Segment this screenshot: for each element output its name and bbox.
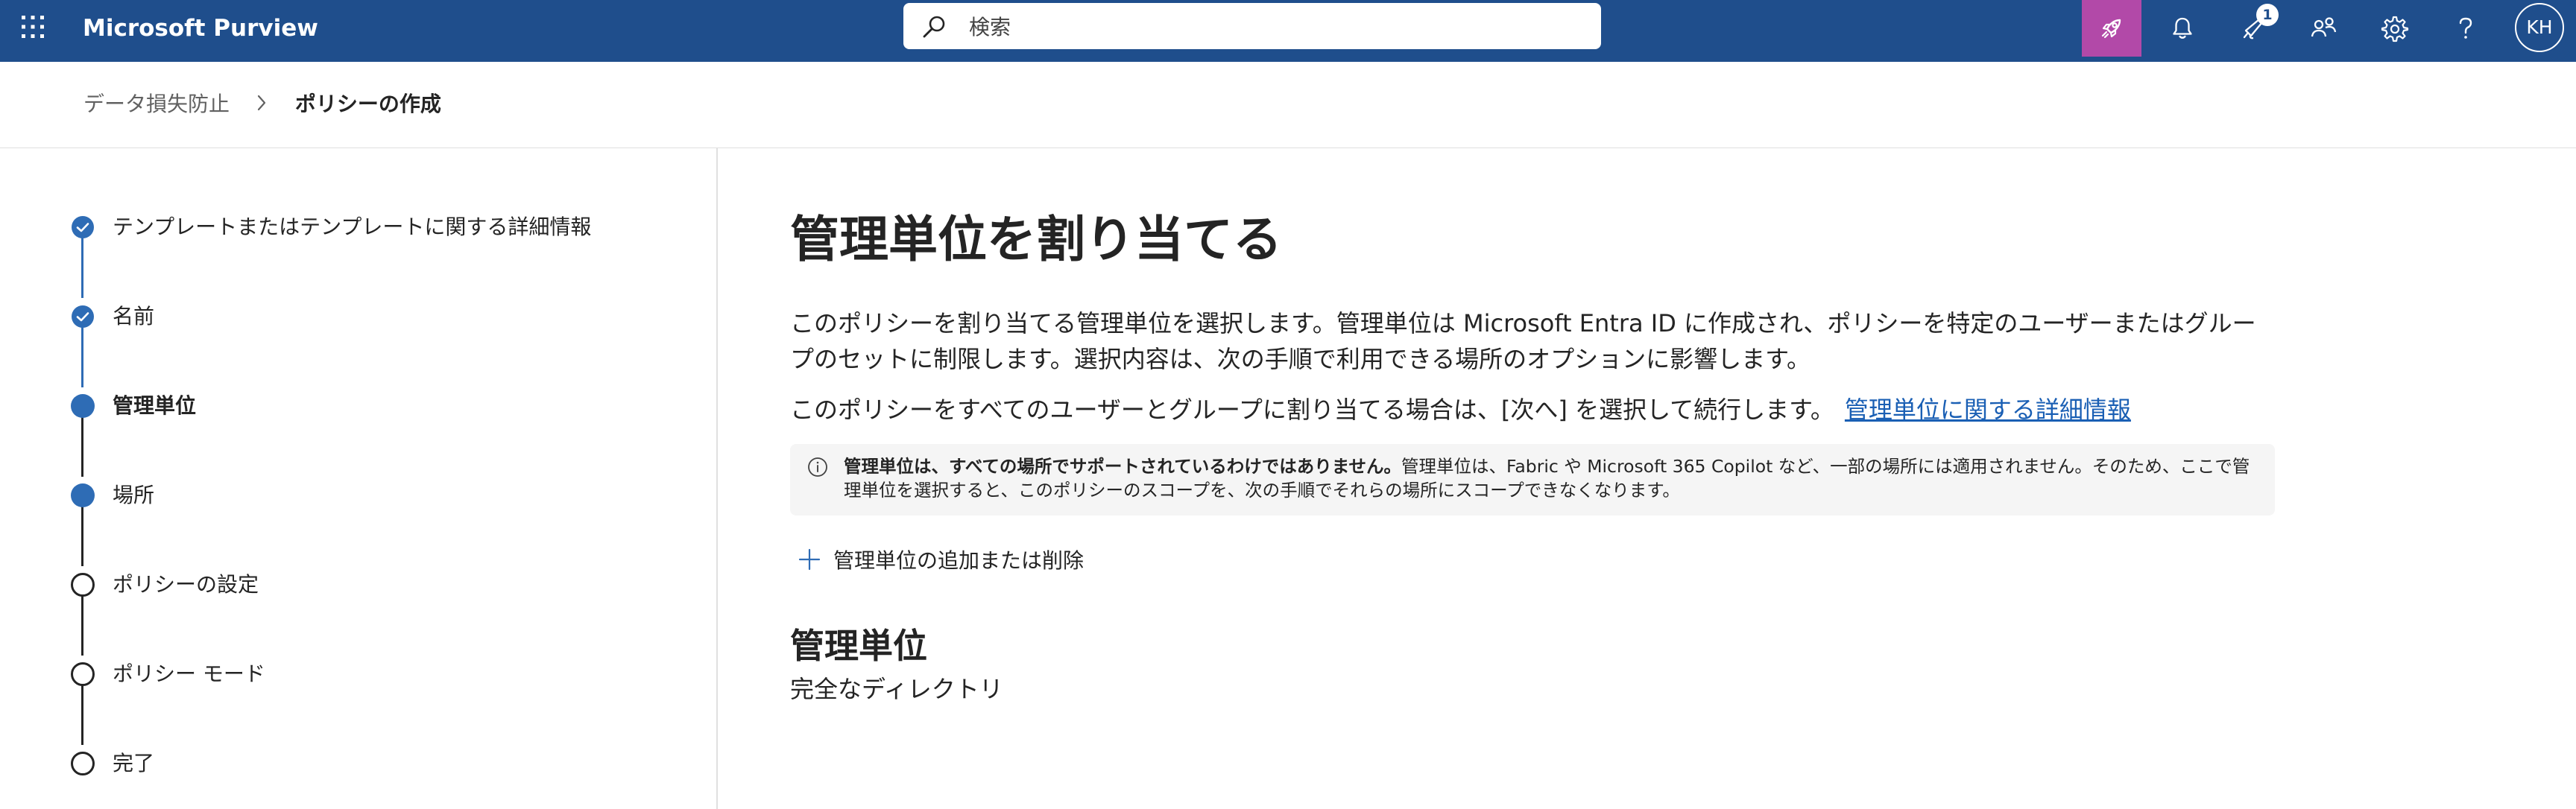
step-dot — [71, 483, 95, 507]
user-avatar[interactable]: KH — [2515, 3, 2564, 52]
step-finish: 完了 — [113, 751, 155, 775]
bell-icon — [2173, 17, 2192, 39]
add-remove-admin-units-button[interactable]: 管理単位の追加または削除 — [798, 539, 1084, 580]
community-button[interactable] — [2294, 0, 2354, 57]
question-icon — [2459, 17, 2472, 39]
add-remove-label: 管理単位の追加または削除 — [833, 548, 1085, 573]
step-template[interactable]: テンプレートまたはテンプレートに関する詳細情報 — [113, 212, 591, 242]
breadcrumb-current: ポリシーの作成 — [294, 92, 441, 116]
top-header-bar: Microsoft Purview 1 — [0, 0, 2576, 62]
panel-divider — [716, 148, 718, 809]
search-input[interactable] — [967, 3, 1582, 51]
step-locations[interactable]: 場所 — [113, 480, 154, 510]
search-box[interactable] — [903, 3, 1601, 51]
step-policy-settings: ポリシーの設定 — [113, 572, 259, 597]
admin-units-value: 完全なディレクトリ — [790, 675, 1003, 703]
step-connector — [81, 684, 83, 745]
search-icon — [923, 16, 945, 38]
help-button[interactable] — [2436, 0, 2496, 57]
step-policy-mode: ポリシー モード — [113, 662, 265, 686]
copilot-button[interactable] — [2082, 0, 2141, 57]
learn-more-link[interactable]: 管理単位に関する詳細情報 — [1845, 396, 2131, 424]
plus-icon — [798, 548, 821, 571]
breadcrumb: データ損失防止 ポリシーの作成 — [83, 88, 441, 121]
app-launcher-icon[interactable] — [19, 13, 46, 40]
info-message-bold: 管理単位は、すべての場所でサポートされているわけではありません。 — [844, 456, 1402, 477]
breadcrumb-parent-link[interactable]: データ損失防止 — [83, 92, 230, 116]
rocket-icon — [2101, 19, 2121, 39]
settings-button[interactable] — [2365, 0, 2425, 57]
step-connector — [81, 416, 83, 477]
app-title[interactable]: Microsoft Purview — [83, 0, 318, 57]
step-admin-units[interactable]: 管理単位 — [113, 391, 196, 421]
admin-units-section-title: 管理単位 — [790, 626, 927, 666]
chevron-right-icon — [256, 89, 268, 121]
page-title: 管理単位を割り当てる — [790, 211, 1282, 268]
info-message-bar: 管理単位は、すべての場所でサポートされているわけではありません。管理単位は、Fa… — [790, 444, 2275, 515]
empty-step-circle — [71, 662, 95, 686]
header-divider — [0, 147, 2576, 148]
whats-new-button[interactable]: 1 — [2223, 0, 2283, 57]
current-step-dot — [71, 394, 95, 418]
step-connector — [81, 505, 83, 566]
instruction-text: このポリシーをすべてのユーザーとグループに割り当てる場合は、[次へ] を選択して… — [790, 392, 2281, 428]
notifications-button[interactable] — [2153, 0, 2212, 57]
empty-step-circle — [71, 752, 95, 775]
step-connector — [81, 326, 83, 387]
checkmark-circle-icon — [72, 305, 94, 328]
people-icon — [2311, 17, 2337, 37]
checkmark-circle-icon — [72, 216, 94, 238]
instruction-sentence: このポリシーをすべてのユーザーとグループに割り当てる場合は、[次へ] を選択して… — [790, 396, 1834, 424]
step-name[interactable]: 名前 — [113, 302, 154, 331]
info-icon — [808, 457, 827, 477]
step-connector — [81, 594, 83, 656]
gear-icon — [2381, 16, 2409, 42]
info-message-text: 管理単位は、すべての場所でサポートされているわけではありません。管理単位は、Fa… — [844, 454, 2257, 502]
page-description: このポリシーを割り当てる管理単位を選択します。管理単位は Microsoft E… — [790, 309, 2256, 373]
notification-count-badge: 1 — [2256, 4, 2279, 26]
step-connector — [81, 237, 83, 298]
empty-step-circle — [71, 573, 95, 597]
